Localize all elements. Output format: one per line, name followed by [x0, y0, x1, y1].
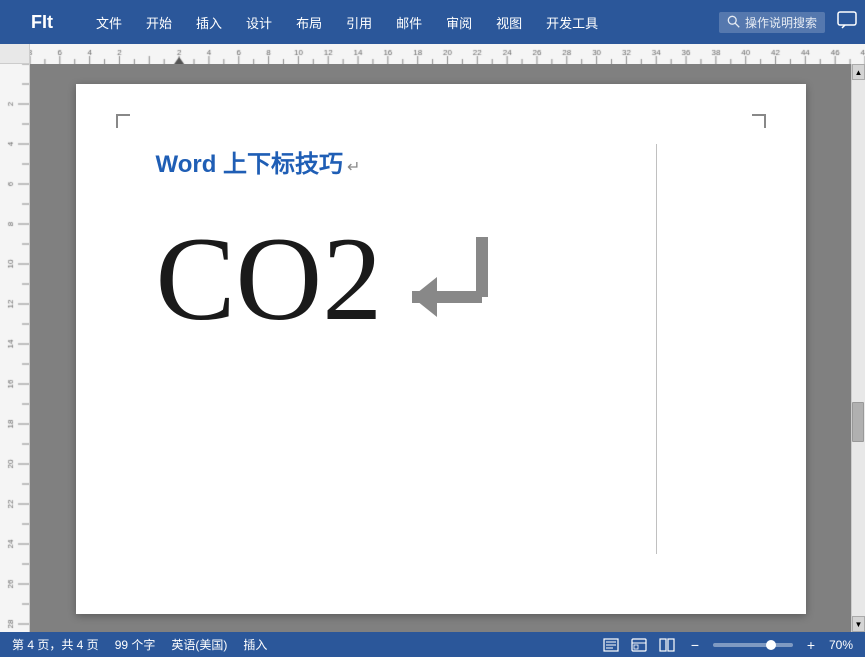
statusbar-right: − + 70% — [601, 637, 853, 653]
word-count: 99 个字 — [115, 636, 156, 653]
corner-mark-tr — [752, 114, 766, 128]
main-area: Word 上下标技巧 ↵ CO2 ▲ — [0, 64, 865, 632]
app-logo: FIt — [8, 12, 76, 33]
zoom-percentage: 70% — [829, 638, 853, 652]
language: 英语(美国) — [171, 636, 227, 653]
page-info: 第 4 页，共 4 页 — [12, 636, 99, 653]
ruler-corner — [0, 44, 30, 64]
menu-devtools[interactable]: 开发工具 — [534, 0, 610, 44]
document-area[interactable]: Word 上下标技巧 ↵ CO2 — [30, 64, 851, 632]
zoom-slider[interactable] — [713, 643, 793, 647]
zoom-in-button[interactable]: + — [801, 637, 821, 653]
scrollbar-up-button[interactable]: ▲ — [852, 64, 865, 80]
comment-icon — [837, 11, 857, 29]
title-return-mark: ↵ — [347, 157, 360, 177]
co2-line: CO2 — [156, 219, 736, 339]
comment-button[interactable] — [837, 11, 857, 34]
zoom-out-button[interactable]: − — [685, 637, 705, 653]
input-mode: 插入 — [243, 636, 267, 653]
menu-file[interactable]: 文件 — [84, 0, 134, 44]
read-layout-icon — [659, 638, 675, 652]
zoom-thumb[interactable] — [766, 640, 776, 650]
return-arrow-large-icon — [402, 227, 532, 327]
menu-home[interactable]: 开始 — [134, 0, 184, 44]
search-box[interactable]: 操作说明搜索 — [719, 12, 825, 33]
web-layout-icon — [631, 638, 647, 652]
scrollbar-down-button[interactable]: ▼ — [852, 616, 865, 632]
menu-insert[interactable]: 插入 — [184, 0, 234, 44]
ruler-vertical — [0, 64, 30, 632]
menu-items: 文件 开始 插入 设计 布局 引用 邮件 审阅 视图 开发工具 — [84, 0, 719, 44]
menu-mail[interactable]: 邮件 — [384, 0, 434, 44]
ruler-horizontal — [30, 44, 865, 64]
ruler-container — [0, 44, 865, 64]
page-vertical-line — [656, 144, 657, 554]
menu-layout[interactable]: 布局 — [284, 0, 334, 44]
menu-view[interactable]: 视图 — [484, 0, 534, 44]
view-print-button[interactable] — [601, 637, 621, 653]
menu-review[interactable]: 审阅 — [434, 0, 484, 44]
page-title: Word 上下标技巧 — [156, 144, 344, 179]
scrollbar-track[interactable] — [852, 80, 865, 616]
page: Word 上下标技巧 ↵ CO2 — [76, 84, 806, 614]
print-layout-icon — [603, 638, 619, 652]
menu-references[interactable]: 引用 — [334, 0, 384, 44]
menubar: FIt 文件 开始 插入 设计 布局 引用 邮件 审阅 视图 开发工具 操作说明… — [0, 0, 865, 44]
menu-design[interactable]: 设计 — [234, 0, 284, 44]
view-web-button[interactable] — [629, 637, 649, 653]
scrollbar-right: ▲ ▼ — [851, 64, 865, 632]
menubar-right: 操作说明搜索 — [719, 11, 857, 34]
search-icon — [727, 15, 741, 29]
corner-mark-tl — [116, 114, 130, 128]
co2-text: CO2 — [156, 219, 383, 339]
scrollbar-thumb[interactable] — [852, 402, 864, 442]
co2-return-arrow — [402, 227, 532, 332]
search-label: 操作说明搜索 — [745, 14, 817, 31]
statusbar: 第 4 页，共 4 页 99 个字 英语(美国) 插入 — [0, 632, 865, 657]
title-line: Word 上下标技巧 ↵ — [156, 144, 736, 209]
view-read-button[interactable] — [657, 637, 677, 653]
